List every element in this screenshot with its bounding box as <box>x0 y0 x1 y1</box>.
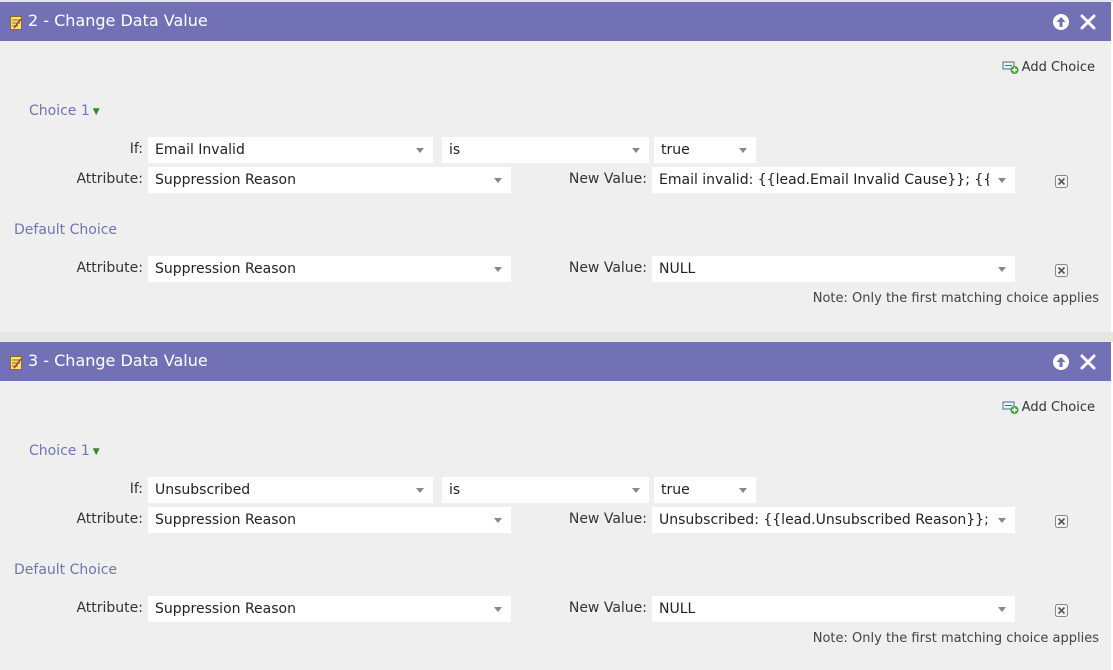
if-value-select[interactable]: true <box>654 477 756 503</box>
if-value-select[interactable]: true <box>654 137 756 163</box>
flow-step-icon <box>10 356 22 370</box>
default-choice-label: Default Choice <box>14 222 118 238</box>
if-operator-select[interactable]: is <box>442 137 649 163</box>
dropdown-caret-icon <box>494 178 502 183</box>
choice-label: Choice 1 <box>29 103 90 119</box>
choice-label: Choice 1 <box>29 443 90 459</box>
default-new-value-value: NULL <box>659 601 696 617</box>
if-field-value: Unsubscribed <box>155 482 251 498</box>
attribute-label: Attribute: <box>76 171 143 187</box>
dropdown-caret-icon <box>632 148 640 153</box>
close-icon[interactable] <box>1079 353 1097 371</box>
default-attribute-label: Attribute: <box>76 600 143 616</box>
if-value-value: true <box>661 482 690 498</box>
dropdown-caret-icon <box>739 488 747 493</box>
dropdown-caret-icon <box>416 148 424 153</box>
choice-1-toggle[interactable]: Choice 1 ▼ <box>29 103 100 119</box>
default-attribute-value: Suppression Reason <box>155 261 296 277</box>
new-value-label: New Value: <box>568 511 647 527</box>
flow-step-header[interactable]: 2 - Change Data Value <box>0 2 1111 41</box>
add-choice-button[interactable]: Add Choice <box>1002 399 1095 415</box>
attribute-select[interactable]: Suppression Reason <box>148 167 511 193</box>
if-operator-select[interactable]: is <box>442 477 649 503</box>
attribute-value: Suppression Reason <box>155 172 296 188</box>
if-label: If: <box>129 141 143 157</box>
delete-icon[interactable] <box>1055 175 1068 188</box>
dropdown-caret-icon <box>494 518 502 523</box>
default-new-value-select[interactable]: NULL <box>652 596 1015 622</box>
add-choice-label: Add Choice <box>1021 59 1095 75</box>
attribute-value: Suppression Reason <box>155 512 296 528</box>
new-value-select[interactable]: Email invalid: {{lead.Email Invalid Caus… <box>652 167 1015 193</box>
new-value-value: Email invalid: {{lead.Email Invalid Caus… <box>659 172 989 188</box>
delete-icon[interactable] <box>1055 264 1068 277</box>
if-field-value: Email Invalid <box>155 142 245 158</box>
choice-1-toggle[interactable]: Choice 1 ▼ <box>29 443 100 459</box>
dropdown-caret-icon <box>998 267 1006 272</box>
dropdown-caret-icon <box>998 518 1006 523</box>
add-choice-button[interactable]: Add Choice <box>1002 59 1095 75</box>
dropdown-caret-icon <box>416 488 424 493</box>
delete-icon[interactable] <box>1055 515 1068 528</box>
default-new-value-label: New Value: <box>568 600 647 616</box>
new-value-select[interactable]: Unsubscribed: {{lead.Unsubscribed Reason… <box>652 507 1015 533</box>
dropdown-caret-icon <box>632 488 640 493</box>
attribute-select[interactable]: Suppression Reason <box>148 507 511 533</box>
if-operator-value: is <box>449 142 461 158</box>
chevron-down-icon: ▼ <box>92 447 100 457</box>
note-text: Note: Only the first matching choice app… <box>812 291 1099 306</box>
new-value-label: New Value: <box>568 171 647 187</box>
move-up-icon[interactable] <box>1052 13 1070 31</box>
default-attribute-label: Attribute: <box>76 260 143 276</box>
add-choice-label: Add Choice <box>1021 399 1095 415</box>
default-attribute-select[interactable]: Suppression Reason <box>148 596 511 622</box>
note-text: Note: Only the first matching choice app… <box>812 631 1099 646</box>
close-icon[interactable] <box>1079 13 1097 31</box>
dropdown-caret-icon <box>998 607 1006 612</box>
flow-step-card-3: 3 - Change Data Value Add Choice Choice … <box>0 342 1113 670</box>
add-choice-icon <box>1002 61 1019 74</box>
dropdown-caret-icon <box>494 607 502 612</box>
move-up-icon[interactable] <box>1052 353 1070 371</box>
new-value-value: Unsubscribed: {{lead.Unsubscribed Reason… <box>659 512 989 528</box>
default-new-value-value: NULL <box>659 261 696 277</box>
flow-step-icon <box>10 16 22 30</box>
chevron-down-icon: ▼ <box>92 107 100 117</box>
if-field-select[interactable]: Unsubscribed <box>148 477 433 503</box>
flow-step-header[interactable]: 3 - Change Data Value <box>0 342 1111 381</box>
if-value-value: true <box>661 142 690 158</box>
delete-icon[interactable] <box>1055 604 1068 617</box>
flow-step-title: 3 - Change Data Value <box>28 351 208 370</box>
dropdown-caret-icon <box>998 178 1006 183</box>
add-choice-icon <box>1002 401 1019 414</box>
dropdown-caret-icon <box>739 148 747 153</box>
if-label: If: <box>129 481 143 497</box>
dropdown-caret-icon <box>494 267 502 272</box>
attribute-label: Attribute: <box>76 511 143 527</box>
default-choice-label: Default Choice <box>14 562 118 578</box>
default-attribute-value: Suppression Reason <box>155 601 296 617</box>
if-field-select[interactable]: Email Invalid <box>148 137 433 163</box>
default-new-value-select[interactable]: NULL <box>652 256 1015 282</box>
default-attribute-select[interactable]: Suppression Reason <box>148 256 511 282</box>
default-new-value-label: New Value: <box>568 260 647 276</box>
flow-step-title: 2 - Change Data Value <box>28 11 208 30</box>
if-operator-value: is <box>449 482 461 498</box>
flow-step-card-2: 2 - Change Data Value Add Choice Choice … <box>0 2 1113 332</box>
